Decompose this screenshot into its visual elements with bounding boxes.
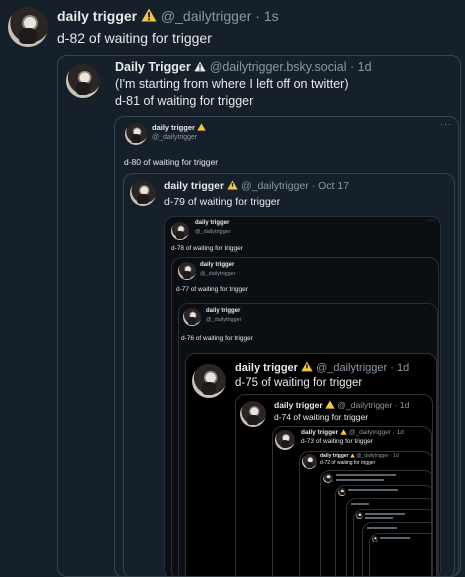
quote-header: daily trigger: [152, 123, 206, 132]
avatar: [192, 364, 226, 398]
quote-text: d-73 of waiting for trigger: [301, 438, 373, 445]
quote-text: d-74 of waiting for trigger: [274, 412, 369, 422]
warning-icon: [325, 400, 335, 409]
author-name: daily trigger: [195, 220, 230, 226]
author-handle: @_dailytrigger · 1d: [337, 400, 410, 410]
quote-header: daily trigger @_dailytrigger · 1d: [320, 453, 399, 459]
quote-text-placeholder: [348, 489, 398, 491]
quote-text: d-77 of waiting for trigger: [176, 286, 248, 293]
quote-text-placeholder: [351, 503, 369, 505]
author-handle: @_dailytrigger: [195, 229, 231, 235]
author-name: daily trigger: [152, 123, 195, 132]
warning-icon: [340, 429, 347, 435]
avatar: [302, 454, 317, 469]
quote-card[interactable]: [362, 522, 431, 576]
author-handle: @_dailytrigger · 1d: [316, 362, 410, 374]
author-handle: @_dailytrigger · 1s: [160, 8, 279, 24]
quote-card[interactable]: [346, 498, 431, 576]
quote-text-placeholder: [336, 479, 384, 481]
author-name: daily trigger: [301, 429, 339, 436]
quote-header: daily trigger @_dailytrigger · 1d: [235, 361, 409, 374]
quote-text-line: d-81 of waiting for trigger: [115, 94, 254, 108]
quote-text: d-76 of waiting for trigger: [181, 335, 253, 342]
warning-icon: [194, 61, 206, 72]
quote-text-placeholder: [336, 474, 396, 476]
quote-text-placeholder: [367, 527, 397, 529]
quote-header: Daily Trigger @dailytrigger.bsky.social …: [115, 60, 372, 74]
avatar: [171, 222, 189, 240]
avatar: [125, 123, 147, 145]
quote-text: d-72 of waiting for trigger: [320, 460, 376, 466]
quote-card[interactable]: Daily Trigger @dailytrigger.bsky.social …: [57, 55, 461, 577]
quote-header: daily trigger @_dailytrigger · Oct 17: [164, 180, 349, 192]
author-handle: @_dailytrigger · 1d: [356, 453, 399, 459]
quote-header: daily trigger @_dailytrigger · 1d: [274, 400, 409, 410]
quote-text-placeholder: [365, 517, 393, 519]
post-text: d-82 of waiting for trigger: [57, 30, 212, 46]
author-handle: @_dailytrigger: [206, 317, 242, 323]
author-name: daily trigger: [206, 308, 241, 314]
quote-card[interactable]: [369, 533, 431, 576]
quote-text-placeholder: [380, 537, 410, 539]
avatar: [338, 488, 346, 496]
author-handle: @_dailytrigger · Oct 17: [240, 180, 350, 192]
quote-header: daily trigger @_dailytrigger · 1d: [301, 429, 404, 436]
warning-icon: [350, 453, 355, 458]
author-name[interactable]: daily trigger: [57, 8, 137, 24]
avatar: [323, 473, 333, 483]
quote-card[interactable]: daily trigger @_dailytrigger · 1d d-73 o…: [272, 426, 432, 576]
quote-text-placeholder: [365, 513, 405, 515]
author-name: daily trigger: [320, 453, 349, 459]
warning-icon: [301, 361, 313, 372]
avatar: [240, 401, 266, 427]
warning-icon: [197, 123, 206, 131]
author-name: daily trigger: [200, 262, 235, 268]
avatar[interactable]: [8, 7, 48, 47]
quote-card[interactable]: daily trigger @_dailytrigger · 1d d-72 o…: [299, 451, 431, 576]
author-handle: @_dailytrigger: [152, 134, 198, 141]
post-header: daily trigger @_dailytrigger · 1s: [57, 8, 279, 24]
avatar: [356, 512, 363, 519]
warning-icon: [141, 8, 157, 22]
warning-icon: [227, 180, 238, 190]
quote-text: d-78 of waiting for trigger: [171, 245, 243, 252]
quote-card[interactable]: [320, 470, 431, 576]
avatar: [66, 64, 100, 98]
avatar: [183, 308, 201, 326]
quote-text-line: (I'm starting from where I left off on t…: [115, 77, 349, 91]
quote-card[interactable]: daily trigger @_dailytrigger ··· d-80 of…: [114, 116, 459, 576]
author-name: Daily Trigger: [115, 60, 191, 74]
avatar: [178, 262, 196, 280]
quote-text: d-80 of waiting for trigger: [124, 157, 219, 167]
avatar: [372, 536, 378, 542]
author-handle: @_dailytrigger: [200, 271, 236, 277]
quote-card[interactable]: [335, 485, 431, 576]
author-name: daily trigger: [274, 400, 323, 410]
quote-text: d-79 of waiting for trigger: [164, 196, 281, 208]
avatar: [130, 180, 156, 206]
more-options-icon[interactable]: ···: [426, 217, 436, 224]
quote-card[interactable]: daily trigger @_dailytrigger d-77 of wai…: [171, 257, 439, 576]
quote-card[interactable]: daily trigger @_dailytrigger · Oct 17 d-…: [123, 173, 455, 576]
quote-card[interactable]: daily trigger @_dailytrigger · 1d d-74 o…: [235, 394, 433, 576]
author-name: daily trigger: [235, 362, 298, 374]
avatar: [275, 430, 295, 450]
author-name: daily trigger: [164, 180, 225, 192]
quote-card[interactable]: daily trigger @_dailytrigger · 1d d-75 o…: [185, 353, 437, 576]
more-options-icon[interactable]: ···: [440, 119, 452, 129]
author-handle: @dailytrigger.bsky.social · 1d: [209, 60, 372, 74]
quote-card[interactable]: [353, 509, 431, 576]
quote-card[interactable]: daily trigger @_dailytrigger d-76 of wai…: [178, 303, 438, 576]
quote-text: d-75 of waiting for trigger: [235, 377, 363, 389]
author-handle: @_dailytrigger · 1d: [348, 429, 404, 436]
quote-card[interactable]: daily trigger @_dailytrigger ··· d-78 of…: [164, 216, 441, 576]
